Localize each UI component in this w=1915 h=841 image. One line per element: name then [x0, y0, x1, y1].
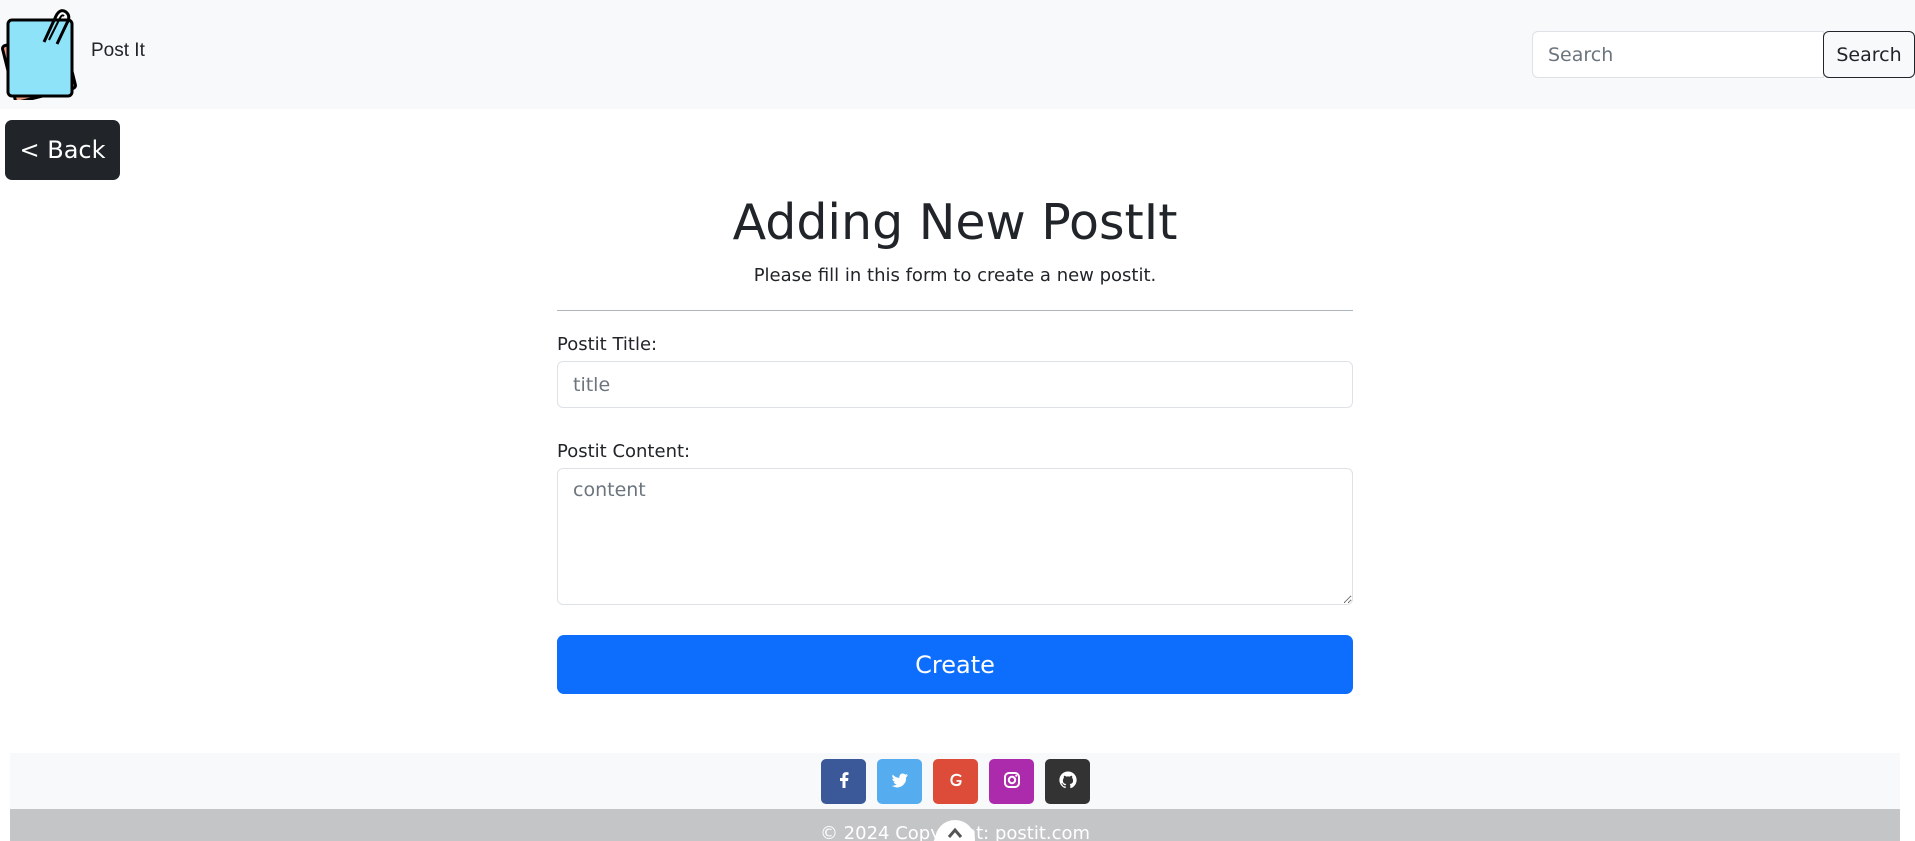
facebook-icon	[834, 770, 854, 793]
brand-name[interactable]: Post It	[91, 40, 145, 62]
content-label: Postit Content:	[557, 441, 691, 462]
facebook-button[interactable]	[821, 759, 866, 804]
back-button[interactable]: < Back	[5, 120, 120, 180]
new-postit-form: Adding New PostIt Please fill in this fo…	[557, 180, 1353, 694]
google-button[interactable]	[933, 759, 978, 804]
twitter-icon	[890, 770, 910, 793]
navbar: Post It Search	[0, 0, 1915, 109]
search-button[interactable]: Search	[1823, 31, 1915, 78]
title-input[interactable]	[557, 361, 1353, 408]
google-icon	[946, 770, 966, 793]
social-links	[821, 759, 1090, 804]
search-input[interactable]	[1532, 31, 1824, 78]
content-textarea[interactable]	[557, 468, 1353, 605]
github-button[interactable]	[1045, 759, 1090, 804]
page-title: Adding New PostIt	[732, 194, 1178, 251]
title-label: Postit Title:	[557, 334, 658, 355]
twitter-button[interactable]	[877, 759, 922, 804]
page-subtitle: Please fill in this form to create a new…	[753, 265, 1157, 286]
instagram-button[interactable]	[989, 759, 1034, 804]
chevron-up-icon	[947, 826, 963, 841]
github-icon	[1058, 770, 1078, 793]
sticky-note-icon[interactable]	[0, 8, 86, 104]
create-button[interactable]: Create	[557, 635, 1353, 694]
instagram-icon	[1002, 770, 1022, 793]
divider	[557, 310, 1353, 311]
